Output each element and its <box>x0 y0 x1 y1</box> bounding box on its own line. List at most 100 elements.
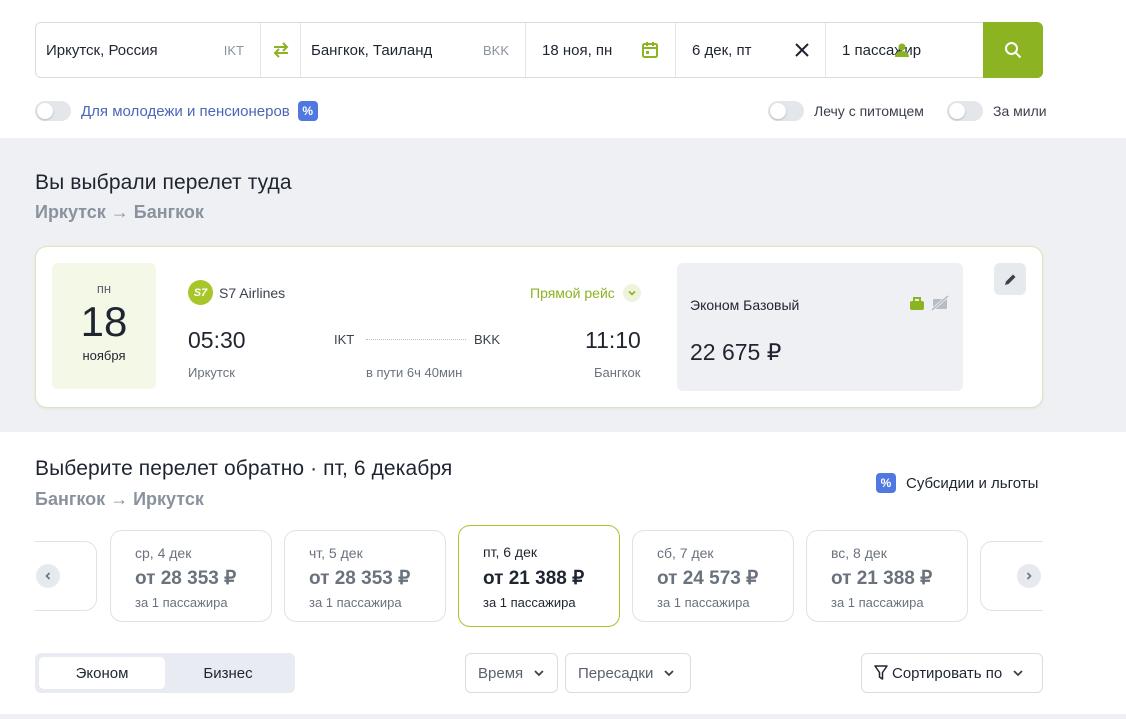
day-date: пт, 6 дек <box>483 544 537 560</box>
arrival-code: BKK <box>474 332 501 347</box>
origin-city: Иркутск, Россия <box>46 41 158 59</box>
miles-toggle[interactable] <box>947 101 983 121</box>
route-line <box>366 339 466 340</box>
prev-day-button[interactable] <box>36 564 60 588</box>
origin-code: IKT <box>223 42 244 58</box>
pet-label: Лечу с питомцем <box>814 103 924 119</box>
departure-time: 05:30 <box>188 327 246 353</box>
subsidies-link[interactable]: % Субсидии и льготы <box>876 473 1038 493</box>
search-icon <box>1005 42 1022 59</box>
return-title: Выберите перелет обратно · пт, 6 декабря <box>35 457 453 480</box>
flight-weekday: пн <box>96 281 112 296</box>
search-button[interactable] <box>983 22 1043 78</box>
close-icon[interactable] <box>795 43 809 57</box>
airline: S7 S7 Airlines <box>188 280 285 305</box>
departure-city: Иркутск <box>188 365 235 380</box>
day-price: от 21 388 ₽ <box>831 568 933 589</box>
chevron-right-icon <box>1026 572 1032 580</box>
percent-icon: % <box>876 473 896 493</box>
departure-code: IKT <box>334 332 355 347</box>
destination-city: Бангкок, Таиланд <box>311 41 433 59</box>
next-day-button[interactable] <box>1017 564 1041 588</box>
day-date: чт, 5 дек <box>309 545 363 561</box>
flight-date-box: пн 18 ноября <box>52 263 156 389</box>
return-date: 6 дек, пт <box>692 41 752 59</box>
fare-box: Эконом Базовый 22 675 ₽ <box>677 263 963 391</box>
person-icon <box>895 43 909 57</box>
pet-option[interactable]: Лечу с питомцем <box>768 101 924 121</box>
fare-icons <box>909 295 949 311</box>
arrival-city: Бангкок <box>594 365 641 380</box>
results-area-edge <box>0 714 1126 719</box>
chevron-left-icon <box>45 572 51 580</box>
fare-name: Эконом Базовый <box>690 297 800 313</box>
calendar-icon <box>642 42 658 58</box>
chevron-down-icon <box>664 670 674 677</box>
day-date: ср, 4 дек <box>135 545 192 561</box>
swap-icon <box>273 42 288 58</box>
day-card[interactable]: ср, 4 дек от 28 353 ₽ за 1 пассажира <box>110 530 272 622</box>
day-pax: за 1 пассажира <box>657 595 750 610</box>
sort-dropdown[interactable]: Сортировать по <box>861 653 1043 693</box>
departure-date-field[interactable]: 18 ноя, пн <box>526 23 676 77</box>
filter-funnel-icon <box>874 665 888 680</box>
destination-code: BKK <box>482 42 509 58</box>
destination-field[interactable]: Бангкок, Таиланд BKK <box>301 23 526 77</box>
transfers-filter[interactable]: Пересадки <box>565 653 691 693</box>
direct-flight-toggle[interactable]: Прямой рейс <box>530 284 641 302</box>
tab-business[interactable]: Бизнес <box>165 657 291 689</box>
chevron-down-icon <box>622 284 641 302</box>
edit-button[interactable] <box>994 263 1026 295</box>
arrival-time: 11:10 <box>585 327 641 353</box>
passengers-field[interactable]: 1 пассажир <box>826 23 984 77</box>
youth-option[interactable]: Для молодежи и пенсионеров % <box>35 101 318 121</box>
day-date: сб, 7 дек <box>657 545 714 561</box>
day-pax: за 1 пассажира <box>483 595 576 610</box>
day-price: от 28 353 ₽ <box>309 568 411 589</box>
class-tabs: Эконом Бизнес <box>35 653 295 693</box>
return-route: Бангкок → Иркутск <box>35 489 204 509</box>
baggage-icon <box>910 297 924 310</box>
miles-label: За мили <box>993 103 1047 119</box>
day-card[interactable]: вс, 8 дек от 21 388 ₽ за 1 пассажира <box>806 530 968 622</box>
youth-toggle[interactable] <box>35 101 71 121</box>
swap-button[interactable] <box>261 23 301 77</box>
flight-day: 18 <box>80 298 128 345</box>
tab-economy[interactable]: Эконом <box>39 657 165 689</box>
chevron-down-icon <box>534 670 544 677</box>
airline-name: S7 Airlines <box>219 284 286 301</box>
youth-label: Для молодежи и пенсионеров <box>81 102 290 120</box>
s7-logo-icon: S7 <box>188 280 213 305</box>
chevron-down-icon <box>1013 670 1023 677</box>
transfers-filter-label: Пересадки <box>578 664 654 682</box>
day-pax: за 1 пассажира <box>135 595 228 610</box>
pet-toggle[interactable] <box>768 101 804 121</box>
day-price: от 21 388 ₽ <box>483 568 585 589</box>
flight-month: ноября <box>82 348 126 363</box>
time-filter[interactable]: Время <box>465 653 558 693</box>
miles-option[interactable]: За мили <box>947 101 1047 121</box>
day-pax: за 1 пассажира <box>831 595 924 610</box>
day-price: от 24 573 ₽ <box>657 568 759 589</box>
direct-label: Прямой рейс <box>530 285 615 301</box>
subsidies-label: Субсидии и льготы <box>906 474 1039 492</box>
percent-icon: % <box>297 101 318 121</box>
no-change-icon <box>931 295 949 311</box>
day-date: вс, 8 дек <box>831 545 887 561</box>
fare-price: 22 675 ₽ <box>690 339 782 365</box>
flight-duration: в пути 6ч 40мин <box>366 365 463 380</box>
pencil-icon <box>1004 274 1015 285</box>
return-date-field[interactable]: 6 дек, пт <box>676 23 826 77</box>
selected-flight-card: пн 18 ноября S7 S7 Airlines Прямой рейс … <box>35 246 1043 408</box>
day-card[interactable]: сб, 7 дек от 24 573 ₽ за 1 пассажира <box>632 530 794 622</box>
selected-route: Иркутск → Бангкок <box>35 202 204 222</box>
sort-label: Сортировать по <box>892 664 1003 682</box>
search-bar: Иркутск, Россия IKT Бангкок, Таиланд BKK… <box>35 22 1043 78</box>
day-price: от 28 353 ₽ <box>135 568 237 589</box>
time-filter-label: Время <box>478 664 524 682</box>
day-card[interactable]: чт, 5 дек от 28 353 ₽ за 1 пассажира <box>284 530 446 622</box>
departure-date: 18 ноя, пн <box>542 41 613 59</box>
origin-field[interactable]: Иркутск, Россия IKT <box>36 23 261 77</box>
day-card-selected[interactable]: пт, 6 дек от 21 388 ₽ за 1 пассажира <box>458 525 620 627</box>
selected-title: Вы выбрали перелет туда <box>35 171 292 194</box>
